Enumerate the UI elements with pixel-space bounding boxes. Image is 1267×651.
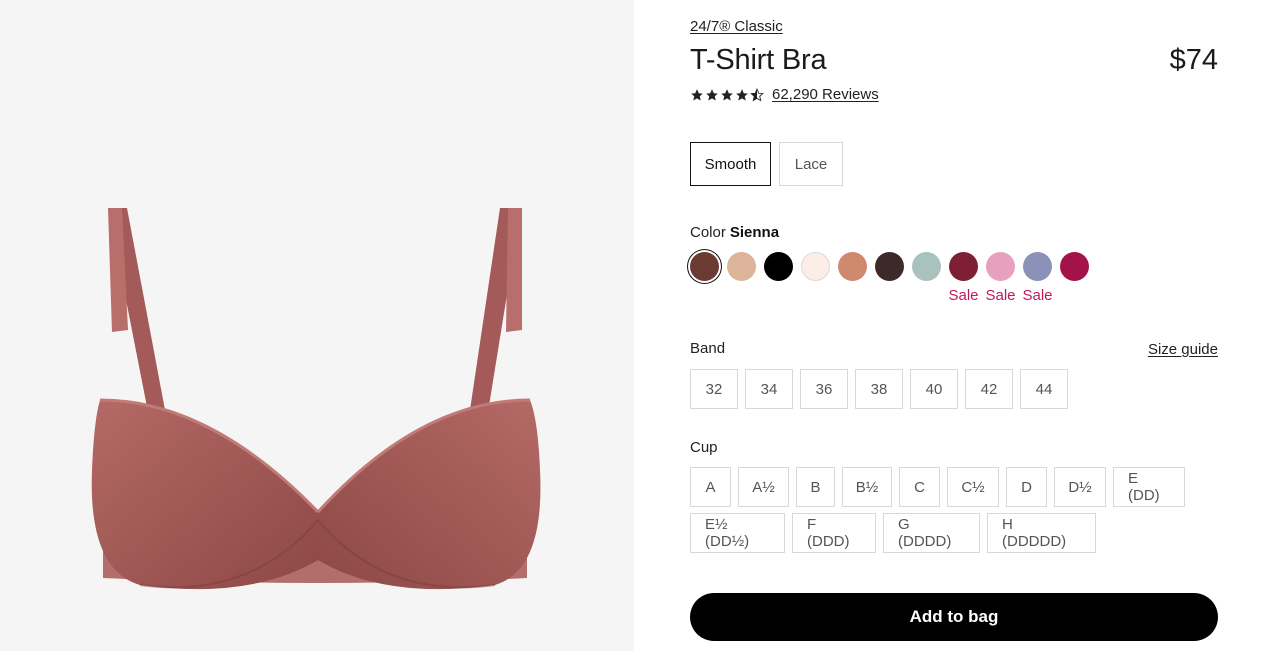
band-option[interactable]: 42 xyxy=(965,369,1013,409)
color-swatch[interactable] xyxy=(838,252,867,281)
band-option[interactable]: 36 xyxy=(800,369,848,409)
cup-option[interactable]: F (DDD) xyxy=(792,513,876,553)
sale-label: Sale xyxy=(948,287,979,304)
cup-option[interactable]: G (DDDD) xyxy=(883,513,980,553)
cup-option[interactable]: A½ xyxy=(738,467,789,507)
cup-option[interactable]: E (DD) xyxy=(1113,467,1185,507)
cup-option[interactable]: D½ xyxy=(1054,467,1106,507)
add-to-bag-button[interactable]: Add to bag xyxy=(690,593,1218,641)
sale-label: Sale xyxy=(985,287,1016,304)
color-swatch[interactable] xyxy=(949,252,978,281)
style-option-smooth[interactable]: Smooth xyxy=(690,142,771,186)
star-half-icon xyxy=(750,87,764,101)
reviews-link[interactable]: 62,290 Reviews xyxy=(772,86,879,103)
cup-option[interactable]: A xyxy=(690,467,731,507)
star-icon xyxy=(691,88,703,101)
color-swatch[interactable] xyxy=(912,252,941,281)
star-icon xyxy=(706,88,718,101)
product-price: $74 xyxy=(1169,44,1218,76)
color-swatch[interactable] xyxy=(690,252,719,281)
color-swatch[interactable] xyxy=(875,252,904,281)
color-swatch[interactable] xyxy=(1060,252,1089,281)
product-title: T-Shirt Bra xyxy=(690,44,827,76)
star-icon xyxy=(721,88,733,101)
product-image xyxy=(91,208,541,590)
star-icon xyxy=(736,88,748,101)
star-rating xyxy=(690,87,764,102)
color-swatch[interactable] xyxy=(986,252,1015,281)
color-label: Color Sienna xyxy=(690,224,780,241)
color-swatch[interactable] xyxy=(801,252,830,281)
band-options: 32 34 36 38 40 42 44 xyxy=(690,369,1068,409)
product-image-panel xyxy=(0,0,634,651)
cup-option[interactable]: D xyxy=(1006,467,1047,507)
color-swatches: Sale Sale Sale xyxy=(690,252,1089,304)
cup-option[interactable]: E½ (DD½) xyxy=(690,513,785,553)
cup-options-row-1: A A½ B B½ C C½ D D½ E (DD) xyxy=(690,467,1185,507)
cup-options-row-2: E½ (DD½) F (DDD) G (DDDD) H (DDDDD) xyxy=(690,513,1096,553)
cup-option[interactable]: C½ xyxy=(947,467,999,507)
rating: 62,290 Reviews xyxy=(690,86,879,103)
style-selector: Smooth Lace xyxy=(690,142,843,186)
cup-option[interactable]: H (DDDDD) xyxy=(987,513,1096,553)
band-option[interactable]: 38 xyxy=(855,369,903,409)
band-option[interactable]: 40 xyxy=(910,369,958,409)
color-swatch[interactable] xyxy=(1023,252,1052,281)
cup-option[interactable]: C xyxy=(899,467,940,507)
band-option[interactable]: 32 xyxy=(690,369,738,409)
color-swatch[interactable] xyxy=(764,252,793,281)
selected-color-name: Sienna xyxy=(729,224,780,241)
band-option[interactable]: 44 xyxy=(1020,369,1068,409)
band-option[interactable]: 34 xyxy=(745,369,793,409)
product-info: 24/7® Classic T-Shirt Bra $74 62,290 Rev… xyxy=(690,0,1218,651)
sale-label: Sale xyxy=(1022,287,1053,304)
cup-option[interactable]: B½ xyxy=(842,467,892,507)
cup-option[interactable]: B xyxy=(796,467,835,507)
cup-label: Cup xyxy=(690,439,718,456)
size-guide-link[interactable]: Size guide xyxy=(1148,341,1218,358)
collection-link[interactable]: 24/7® Classic xyxy=(690,18,783,35)
color-swatch[interactable] xyxy=(727,252,756,281)
band-label: Band xyxy=(690,340,726,357)
style-option-lace[interactable]: Lace xyxy=(779,142,843,186)
